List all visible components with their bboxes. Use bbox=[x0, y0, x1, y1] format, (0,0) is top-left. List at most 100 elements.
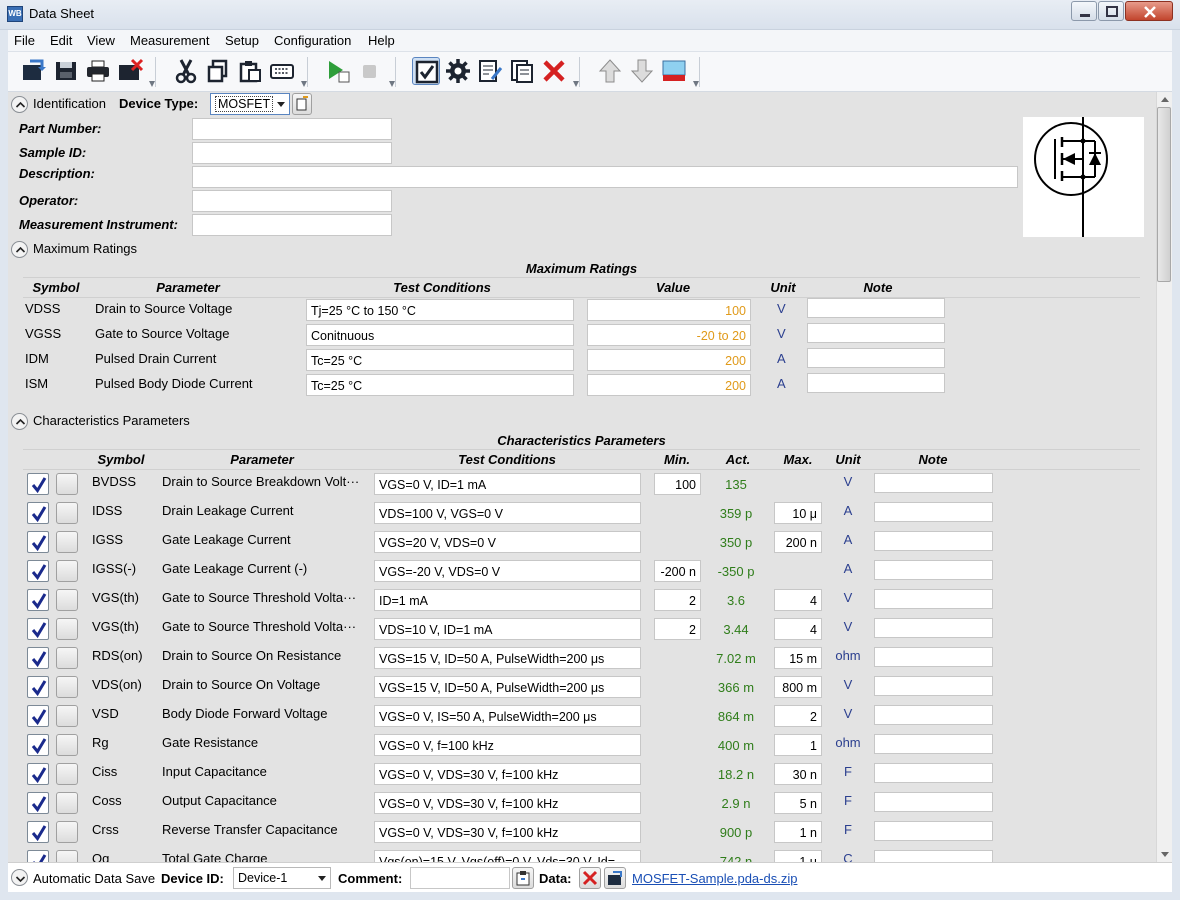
close-file-button[interactable] bbox=[116, 57, 144, 85]
characteristics-toggle[interactable] bbox=[11, 413, 28, 430]
data-file-link[interactable]: MOSFET-Sample.pda-ds.zip bbox=[632, 871, 797, 886]
char-conditions[interactable]: VGS=20 V, VDS=0 V bbox=[374, 531, 641, 553]
max-rating-conditions[interactable]: Tj=25 °C to 150 °C bbox=[306, 299, 574, 321]
row-action-button[interactable] bbox=[56, 676, 78, 698]
menu-setup[interactable]: Setup bbox=[225, 33, 259, 48]
char-conditions[interactable]: VGS=0 V, VDS=30 V, f=100 kHz bbox=[374, 792, 641, 814]
max-rating-note[interactable] bbox=[807, 298, 945, 318]
row-enable-checkbox[interactable] bbox=[27, 676, 49, 698]
max-rating-conditions[interactable]: Tc=25 °C bbox=[306, 349, 574, 371]
char-max[interactable]: 5 n bbox=[774, 792, 822, 814]
char-conditions[interactable]: VGS=0 V, VDS=30 V, f=100 kHz bbox=[374, 821, 641, 843]
comment-insert-button[interactable] bbox=[512, 867, 534, 889]
toolbar-grip[interactable] bbox=[300, 57, 308, 87]
cut-button[interactable] bbox=[172, 57, 200, 85]
row-action-button[interactable] bbox=[56, 531, 78, 553]
char-max[interactable]: 10 μ bbox=[774, 502, 822, 524]
row-action-button[interactable] bbox=[56, 560, 78, 582]
stop-button[interactable] bbox=[356, 57, 384, 85]
maximum-ratings-toggle[interactable] bbox=[11, 241, 28, 258]
char-note[interactable] bbox=[874, 618, 993, 638]
row-enable-checkbox[interactable] bbox=[27, 792, 49, 814]
row-enable-checkbox[interactable] bbox=[27, 531, 49, 553]
clear-data-button[interactable] bbox=[579, 867, 601, 889]
row-action-button[interactable] bbox=[56, 734, 78, 756]
char-note[interactable] bbox=[874, 560, 993, 580]
copy-button[interactable] bbox=[204, 57, 232, 85]
display-button[interactable] bbox=[660, 57, 688, 85]
print-button[interactable] bbox=[84, 57, 112, 85]
row-enable-checkbox[interactable] bbox=[27, 734, 49, 756]
check-button[interactable] bbox=[412, 57, 440, 85]
row-enable-checkbox[interactable] bbox=[27, 618, 49, 640]
move-down-button[interactable] bbox=[628, 57, 656, 85]
char-min[interactable]: 2 bbox=[654, 589, 701, 611]
run-measurement-button[interactable] bbox=[324, 57, 352, 85]
device-type-new-button[interactable] bbox=[292, 93, 312, 115]
description-field[interactable] bbox=[192, 166, 1018, 188]
row-action-button[interactable] bbox=[56, 502, 78, 524]
char-conditions[interactable]: ID=1 mA bbox=[374, 589, 641, 611]
max-rating-value[interactable]: 200 bbox=[587, 374, 751, 396]
row-action-button[interactable] bbox=[56, 792, 78, 814]
comment-field[interactable] bbox=[410, 867, 510, 889]
menu-help[interactable]: Help bbox=[368, 33, 395, 48]
char-max[interactable]: 800 m bbox=[774, 676, 822, 698]
row-enable-checkbox[interactable] bbox=[27, 705, 49, 727]
delete-button[interactable] bbox=[540, 57, 568, 85]
char-note[interactable] bbox=[874, 502, 993, 522]
minimize-button[interactable] bbox=[1071, 1, 1097, 21]
save-button[interactable] bbox=[52, 57, 80, 85]
restore-button[interactable] bbox=[1098, 1, 1124, 21]
row-enable-checkbox[interactable] bbox=[27, 821, 49, 843]
row-enable-checkbox[interactable] bbox=[27, 502, 49, 524]
toolbar-grip[interactable] bbox=[388, 57, 396, 87]
menu-view[interactable]: View bbox=[87, 33, 115, 48]
char-note[interactable] bbox=[874, 705, 993, 725]
measurement-instrument-field[interactable] bbox=[192, 214, 392, 236]
menu-measurement[interactable]: Measurement bbox=[130, 33, 209, 48]
max-rating-conditions[interactable]: Tc=25 °C bbox=[306, 374, 574, 396]
char-max[interactable]: 30 n bbox=[774, 763, 822, 785]
row-action-button[interactable] bbox=[56, 473, 78, 495]
char-conditions[interactable]: VGS=0 V, VDS=30 V, f=100 kHz bbox=[374, 763, 641, 785]
char-max[interactable]: 1 μ bbox=[774, 850, 822, 862]
settings-button[interactable] bbox=[444, 57, 472, 85]
max-rating-note[interactable] bbox=[807, 373, 945, 393]
document-button[interactable] bbox=[508, 57, 536, 85]
char-max[interactable]: 4 bbox=[774, 589, 822, 611]
char-conditions[interactable]: VDS=10 V, ID=1 mA bbox=[374, 618, 641, 640]
menu-file[interactable]: File bbox=[14, 33, 35, 48]
device-type-select[interactable]: MOSFET bbox=[210, 93, 290, 115]
char-note[interactable] bbox=[874, 821, 993, 841]
char-conditions[interactable]: VGS=0 V, ID=1 mA bbox=[374, 473, 641, 495]
char-min[interactable]: 100 bbox=[654, 473, 701, 495]
char-note[interactable] bbox=[874, 531, 993, 551]
row-action-button[interactable] bbox=[56, 589, 78, 611]
char-max[interactable]: 2 bbox=[774, 705, 822, 727]
row-enable-checkbox[interactable] bbox=[27, 850, 49, 862]
row-enable-checkbox[interactable] bbox=[27, 589, 49, 611]
char-conditions[interactable]: VGS=15 V, ID=50 A, PulseWidth=200 μs bbox=[374, 676, 641, 698]
edit-data-button[interactable] bbox=[476, 57, 504, 85]
char-note[interactable] bbox=[874, 734, 993, 754]
max-rating-conditions[interactable]: Conitnuous bbox=[306, 324, 574, 346]
move-up-button[interactable] bbox=[596, 57, 624, 85]
paste-button[interactable] bbox=[236, 57, 264, 85]
char-max[interactable]: 200 n bbox=[774, 531, 822, 553]
automatic-data-save-toggle[interactable] bbox=[11, 869, 28, 886]
char-max[interactable]: 1 n bbox=[774, 821, 822, 843]
menu-configuration[interactable]: Configuration bbox=[274, 33, 351, 48]
toolbar-grip[interactable] bbox=[148, 57, 156, 87]
identification-toggle[interactable] bbox=[11, 96, 28, 113]
char-note[interactable] bbox=[874, 850, 993, 862]
char-max[interactable]: 1 bbox=[774, 734, 822, 756]
char-max[interactable]: 4 bbox=[774, 618, 822, 640]
sample-id-field[interactable] bbox=[192, 142, 392, 164]
row-enable-checkbox[interactable] bbox=[27, 560, 49, 582]
row-action-button[interactable] bbox=[56, 763, 78, 785]
menu-edit[interactable]: Edit bbox=[50, 33, 72, 48]
char-note[interactable] bbox=[874, 763, 993, 783]
row-action-button[interactable] bbox=[56, 821, 78, 843]
row-enable-checkbox[interactable] bbox=[27, 763, 49, 785]
